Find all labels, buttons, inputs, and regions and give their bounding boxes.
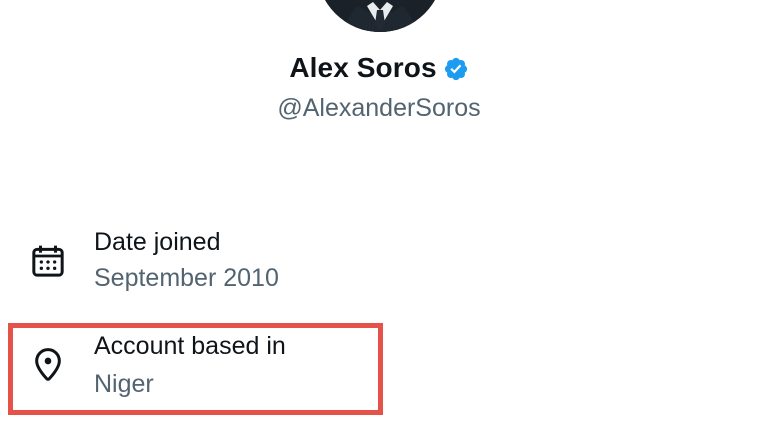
calendar-icon <box>32 245 64 277</box>
highlight-annotation-box <box>8 323 383 415</box>
avatar[interactable] <box>317 0 443 32</box>
avatar-photo-icon <box>317 0 443 32</box>
profile-name: Alex Soros <box>289 52 437 83</box>
profile-about-page: Alex Soros @AlexanderSoros Date joined S… <box>0 0 758 426</box>
profile-name-row: Alex Soros <box>0 52 758 84</box>
profile-handle: @AlexanderSoros <box>277 94 481 122</box>
verified-badge-icon[interactable] <box>443 56 469 82</box>
date-joined-row: Date joined September 2010 <box>0 226 758 306</box>
date-joined-value: September 2010 <box>94 264 279 292</box>
date-joined-label: Date joined <box>94 228 221 256</box>
